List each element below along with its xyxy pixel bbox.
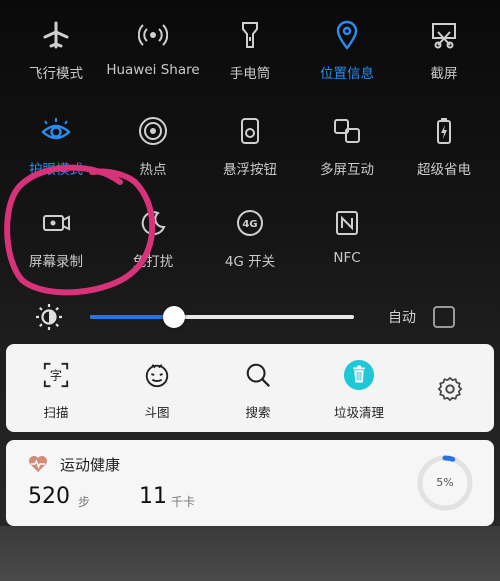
steps-value: 520 xyxy=(28,484,70,509)
tile-eye-comfort[interactable]: 护眼模式 xyxy=(6,114,106,184)
bottom-background xyxy=(0,526,500,581)
airplane-icon xyxy=(39,18,73,52)
screenshot-icon xyxy=(427,18,461,52)
tile-battery-saver[interactable]: 超级省电 xyxy=(394,114,494,184)
tile-label: 飞行模式 xyxy=(29,66,83,82)
screen-record-icon xyxy=(39,206,73,240)
tile-hotspot[interactable]: 热点 xyxy=(103,114,203,184)
quick-action-label: 扫描 xyxy=(43,405,69,420)
health-card[interactable]: 运动健康 520 步 11 千卡 5% xyxy=(6,440,494,526)
moon-icon xyxy=(136,206,170,240)
tile-label: 多屏互动 xyxy=(320,162,374,178)
tile-label: 悬浮按钮 xyxy=(223,162,277,178)
tile-floating-button[interactable]: 悬浮按钮 xyxy=(200,114,300,184)
tile-huawei-share[interactable]: Huawei Share xyxy=(103,18,203,88)
quick-settings-row-2: 护眼模式 热点 悬浮按钮 多屏互动 超级省电 xyxy=(0,114,500,184)
scan-button[interactable]: 字 扫描 xyxy=(16,358,96,421)
search-button[interactable]: 搜索 xyxy=(218,358,298,421)
flashlight-icon xyxy=(233,18,267,52)
4g-icon: 4G xyxy=(233,206,267,240)
nfc-icon xyxy=(330,206,364,240)
svg-text:4G: 4G xyxy=(242,219,257,230)
tile-label: 热点 xyxy=(139,162,167,178)
quick-action-label: 垃圾清理 xyxy=(333,405,384,420)
floating-button-icon xyxy=(233,114,267,148)
brightness-row: 自动 xyxy=(0,298,500,336)
quick-settings-row-3: 屏幕录制 免打扰 4G 4G 开关 NFC xyxy=(0,206,500,276)
huawei-share-icon xyxy=(136,18,170,52)
trash-icon xyxy=(342,358,376,392)
tile-label: 超级省电 xyxy=(417,162,471,178)
battery-saver-icon xyxy=(427,114,461,148)
tile-multiscreen[interactable]: 多屏互动 xyxy=(297,114,397,184)
multiscreen-icon xyxy=(330,114,364,148)
tile-label: 护眼模式 xyxy=(29,162,83,178)
calories-unit: 千卡 xyxy=(171,495,196,509)
tile-flashlight[interactable]: 手电筒 xyxy=(200,18,300,88)
tile-label: Huawei Share xyxy=(106,62,200,78)
tile-label: 手电筒 xyxy=(229,66,271,82)
brightness-icon xyxy=(36,304,62,330)
emoji-face-icon xyxy=(140,358,174,392)
quick-actions-card: 字 扫描 斗图 搜索 垃圾清理 xyxy=(6,344,494,432)
search-icon xyxy=(241,358,275,392)
health-title: 运动健康 xyxy=(60,456,121,474)
tile-location[interactable]: 位置信息 xyxy=(297,18,397,88)
steps-unit: 步 xyxy=(78,495,91,509)
auto-brightness-checkbox[interactable] xyxy=(433,306,455,328)
tile-label: 截屏 xyxy=(430,66,458,82)
tile-screenshot[interactable]: 截屏 xyxy=(394,18,494,88)
quick-action-label: 搜索 xyxy=(245,405,271,420)
eye-icon xyxy=(39,114,73,148)
hotspot-icon xyxy=(136,114,170,148)
meme-button[interactable]: 斗图 xyxy=(117,358,197,421)
quick-settings-row-1: 飞行模式 Huawei Share 手电筒 位置信息 截屏 xyxy=(0,18,500,88)
tile-4g-switch[interactable]: 4G 4G 开关 xyxy=(200,206,300,276)
tile-label: 屏幕录制 xyxy=(29,254,83,270)
goal-percent: 5% xyxy=(436,476,454,489)
location-icon xyxy=(330,18,364,52)
junk-cleanup-button[interactable]: 垃圾清理 xyxy=(319,358,399,421)
scan-icon: 字 xyxy=(39,358,73,392)
tile-airplane-mode[interactable]: 飞行模式 xyxy=(6,18,106,88)
svg-text:字: 字 xyxy=(50,368,62,383)
tile-nfc[interactable]: NFC xyxy=(297,206,397,276)
gear-icon[interactable] xyxy=(436,375,464,403)
tile-label: 4G 开关 xyxy=(224,254,276,270)
tile-label: NFC xyxy=(333,250,361,266)
heart-icon xyxy=(29,456,47,472)
quick-action-label: 斗图 xyxy=(144,405,170,420)
calories-value: 11 xyxy=(139,484,167,509)
tile-label: 免打扰 xyxy=(132,254,174,270)
auto-brightness-label: 自动 xyxy=(388,310,416,326)
brightness-slider[interactable] xyxy=(90,315,354,319)
brightness-slider-thumb[interactable] xyxy=(163,306,185,328)
tile-label: 位置信息 xyxy=(320,66,374,82)
tile-screen-record[interactable]: 屏幕录制 xyxy=(6,206,106,276)
brightness-slider-fill xyxy=(90,315,174,319)
tile-do-not-disturb[interactable]: 免打扰 xyxy=(103,206,203,276)
